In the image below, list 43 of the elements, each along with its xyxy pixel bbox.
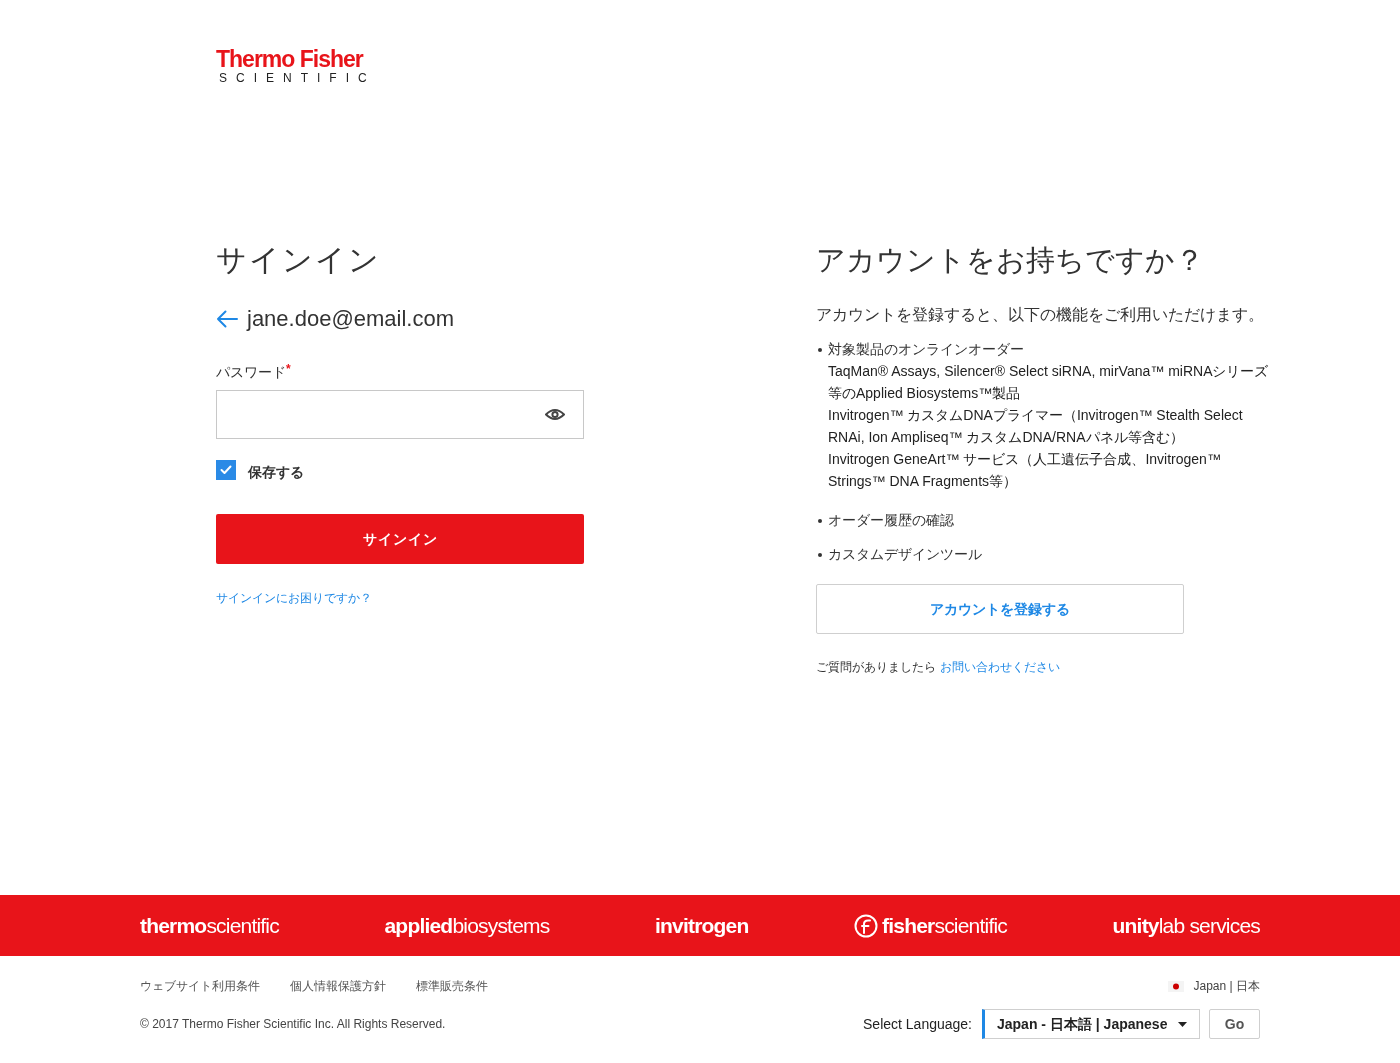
sign-in-help-link[interactable]: サインインにお困りですか？	[216, 589, 372, 607]
remember-checkbox[interactable]	[216, 459, 236, 480]
brand-logo[interactable]: invitrogen	[655, 915, 749, 936]
page-title: サインイン	[216, 242, 381, 278]
back-arrow-icon[interactable]	[216, 310, 238, 328]
contact-text: ご質問がありましたら	[816, 659, 936, 676]
contact-link[interactable]: お問い合わせください	[940, 658, 1060, 676]
password-field[interactable]	[216, 390, 584, 439]
brand-logo[interactable]: fisherscientific	[882, 915, 1007, 936]
region-label[interactable]: Japan | 日本	[1193, 977, 1260, 995]
language-value: Japan - 日本語 | Japanese	[997, 1014, 1168, 1034]
flag-icon	[1167, 980, 1184, 992]
register-intro: アカウントを登録すると、以下の機能をご利用いただけます。	[816, 305, 1264, 325]
feature-detail: Invitrogen™ カスタムDNAプライマー（Invitrogen™ Stealth Select RNAi, Ion Ampliseq™ カスタムDNA/RNAパネル等含む）	[828, 406, 1244, 447]
bullet-icon	[818, 348, 822, 352]
brand-logo[interactable]: unitylab services	[1112, 915, 1260, 936]
feature-detail: TaqMan® Assays, Silencer® Select siRNA, mirVana™ miRNAシリーズ等のApplied Biosystems™製品	[828, 362, 1270, 403]
feature-text: オーダー履歴の確認	[828, 511, 954, 530]
footer-link[interactable]: 個人情報保護方針	[290, 977, 386, 995]
copyright-text: © 2017 Thermo Fisher Scientific Inc. All Rights Reserved.	[140, 1016, 446, 1033]
company-logo[interactable]: Thermo Fisher SCIENTIFIC	[216, 48, 376, 84]
remember-label: 保存する	[248, 463, 304, 482]
bullet-icon	[818, 553, 822, 557]
brand-logo[interactable]: thermoscientific	[140, 915, 279, 936]
eye-icon[interactable]	[545, 408, 565, 421]
footer-link[interactable]: 標準販売条件	[416, 977, 488, 995]
go-button[interactable]: Go	[1209, 1009, 1260, 1039]
language-select[interactable]: Japan - 日本語 | Japanese	[982, 1009, 1200, 1039]
language-label: Select Language:	[863, 1014, 972, 1034]
footer-link[interactable]: ウェブサイト利用条件	[140, 977, 260, 995]
register-button[interactable]: アカウントを登録する	[816, 584, 1184, 634]
check-icon	[220, 464, 232, 475]
feature-detail: Invitrogen GeneArt™ サービス（人工遺伝子合成、Invitrogen™ Strings™ DNA Fragments等）	[828, 450, 1222, 491]
brand-logo[interactable]: appliedbiosystems	[384, 915, 550, 936]
caret-icon	[1178, 1021, 1187, 1027]
email-address: jane.doe@email.com	[247, 305, 454, 333]
register-title: アカウントをお持ちですか？	[816, 243, 1204, 278]
password-label: パスワード	[216, 363, 286, 382]
feature-text: 対象製品のオンラインオーダー	[828, 340, 1024, 359]
feature-text: カスタムデザインツール	[828, 545, 982, 564]
sign-in-button[interactable]: サインイン	[216, 514, 584, 564]
bullet-icon	[818, 519, 822, 523]
required-mark: *	[286, 362, 291, 376]
